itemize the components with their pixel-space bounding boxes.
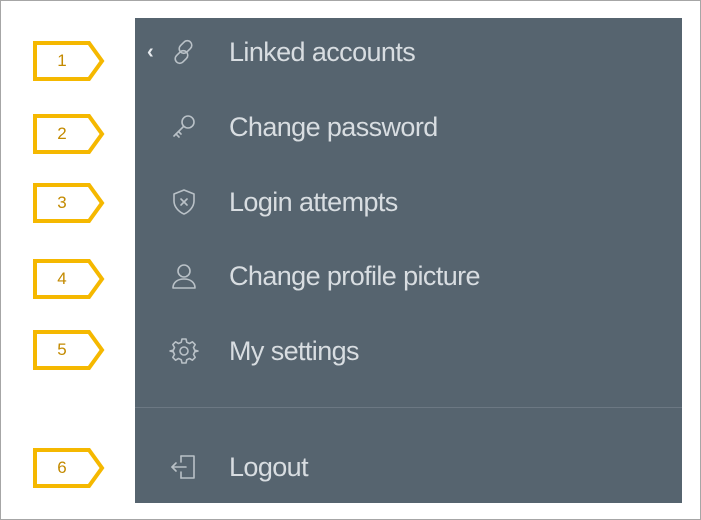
callout-number: 2: [57, 124, 67, 143]
user-icon: [167, 259, 201, 293]
callout-number: 5: [57, 340, 67, 359]
callout-number: 4: [57, 269, 67, 288]
menu-item-login-attempts[interactable]: Login attempts: [135, 174, 682, 230]
menu-item-change-password[interactable]: Change password: [135, 99, 682, 155]
gear-icon: [167, 334, 201, 368]
menu-item-label: Logout: [229, 451, 309, 482]
callout-6: 6: [33, 448, 105, 488]
logout-icon: [167, 450, 201, 484]
shield-x-icon: [167, 185, 201, 219]
menu-item-label: Change profile picture: [229, 260, 481, 291]
chevron-left-icon[interactable]: ‹: [147, 42, 154, 62]
menu-item-my-settings[interactable]: My settings: [135, 323, 682, 379]
menu-item-label: Change password: [229, 111, 438, 142]
callout-number: 6: [57, 458, 67, 477]
menu-item-label: Linked accounts: [229, 36, 416, 67]
menu-item-linked-accounts[interactable]: ‹ Linked accounts: [135, 24, 682, 80]
callout-1: 1: [33, 41, 105, 81]
callout-number: 1: [57, 51, 67, 70]
link-icon: [167, 35, 201, 69]
menu-item-label: My settings: [229, 335, 360, 366]
account-menu-panel: ‹ Linked accounts Change password Login …: [135, 18, 682, 503]
key-icon: [167, 110, 201, 144]
callout-number: 3: [57, 193, 67, 212]
menu-item-change-profile-picture[interactable]: Change profile picture: [135, 248, 682, 304]
menu-divider: [135, 407, 682, 408]
callout-5: 5: [33, 330, 105, 370]
menu-item-label: Login attempts: [229, 186, 398, 217]
callout-2: 2: [33, 114, 105, 154]
menu-item-logout[interactable]: Logout: [135, 439, 682, 495]
callout-4: 4: [33, 259, 105, 299]
callout-3: 3: [33, 183, 105, 223]
